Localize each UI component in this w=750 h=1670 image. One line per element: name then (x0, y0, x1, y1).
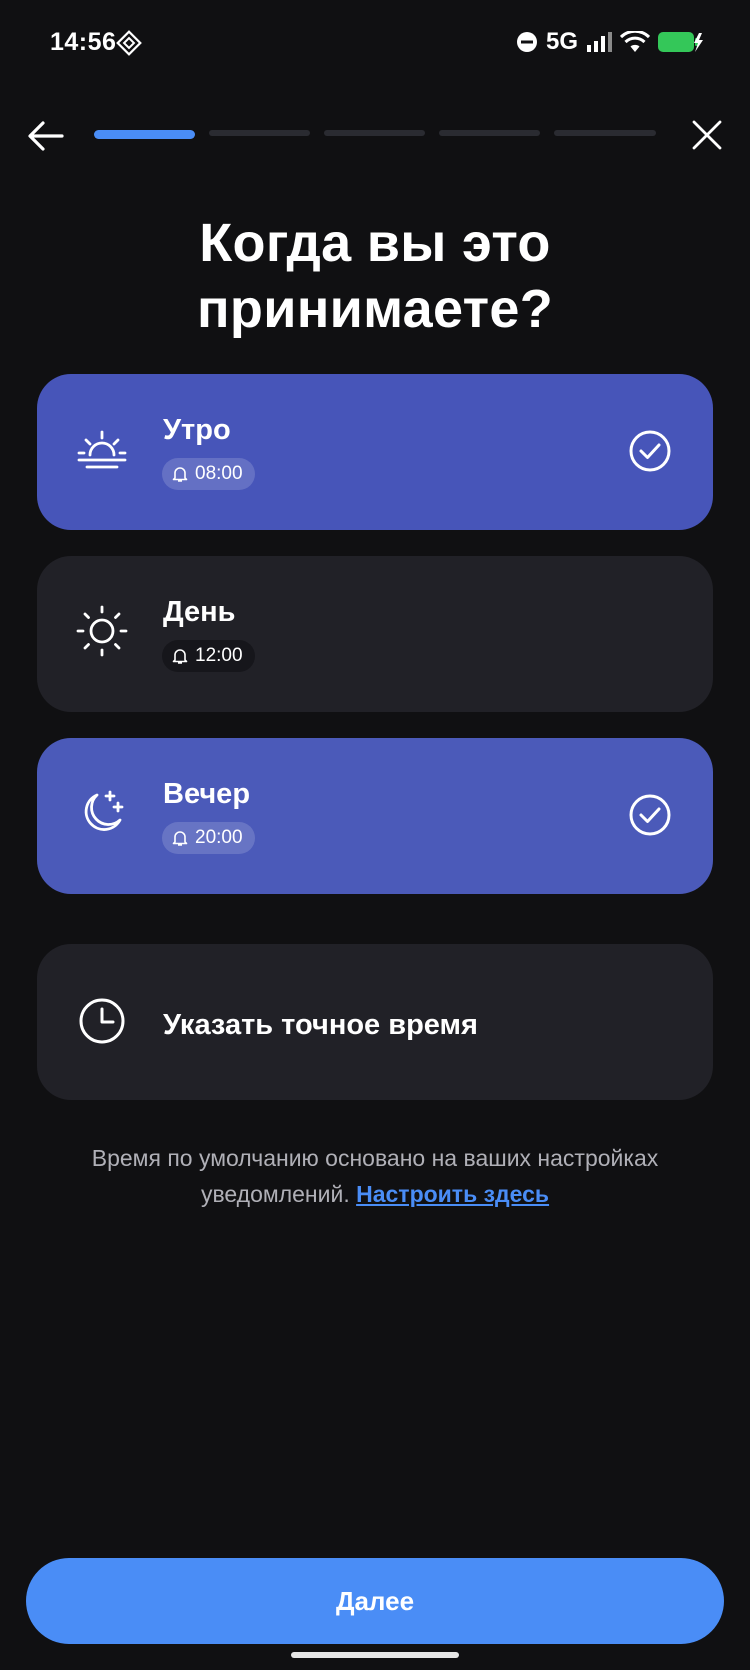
close-icon[interactable] (690, 118, 724, 152)
option-label: Вечер (163, 778, 251, 810)
status-bar: 14:56 5G (0, 0, 750, 88)
battery-charging-icon (658, 32, 703, 52)
do-not-disturb-icon (516, 32, 537, 52)
time-badge: 08:00 (162, 458, 255, 490)
option-label: Утро (163, 414, 231, 446)
progress-step-4 (439, 130, 540, 136)
next-button[interactable]: Далее (26, 1558, 724, 1644)
time-value: 20:00 (195, 827, 243, 848)
time-badge: 20:00 (162, 822, 255, 854)
arrow-left-icon[interactable] (26, 116, 66, 156)
wifi-icon (620, 31, 650, 52)
network-label: 5G (545, 28, 578, 55)
settings-note: Время по умолчанию основано на ваших нас… (40, 1140, 710, 1212)
app-notification-icon (116, 30, 142, 56)
progress-step-1 (94, 130, 195, 139)
page-title: Когда вы это принимаете? (197, 213, 553, 339)
time-value: 08:00 (195, 463, 243, 484)
progress-step-3 (324, 130, 425, 136)
time-badge: 12:00 (162, 640, 255, 672)
clock-icon (79, 998, 125, 1044)
settings-link[interactable]: Настроить здесь (356, 1181, 549, 1207)
bell-icon (172, 831, 188, 846)
sunrise-icon (77, 430, 127, 469)
time-value: 12:00 (195, 645, 243, 666)
option-label: День (163, 596, 236, 628)
moon-stars-icon (84, 790, 124, 831)
status-icons: 5G (516, 28, 704, 56)
check-circle-icon (629, 794, 671, 836)
bell-icon (172, 467, 188, 482)
progress-step-5 (554, 130, 656, 136)
signal-icon (587, 32, 612, 52)
option-custom-time[interactable]: Указать точное время (37, 944, 713, 1100)
status-time: 14:56 (50, 28, 117, 56)
bell-icon (172, 649, 188, 664)
sun-icon (76, 605, 128, 657)
check-circle-icon (629, 430, 671, 472)
option-evening[interactable]: Вечер 20:00 (37, 738, 713, 894)
home-indicator (291, 1652, 459, 1658)
option-label: Указать точное время (163, 1009, 478, 1041)
option-morning[interactable]: Утро 08:00 (37, 374, 713, 530)
progress-step-2 (209, 130, 310, 136)
option-day[interactable]: День 12:00 (37, 556, 713, 712)
step-progress (94, 130, 656, 139)
